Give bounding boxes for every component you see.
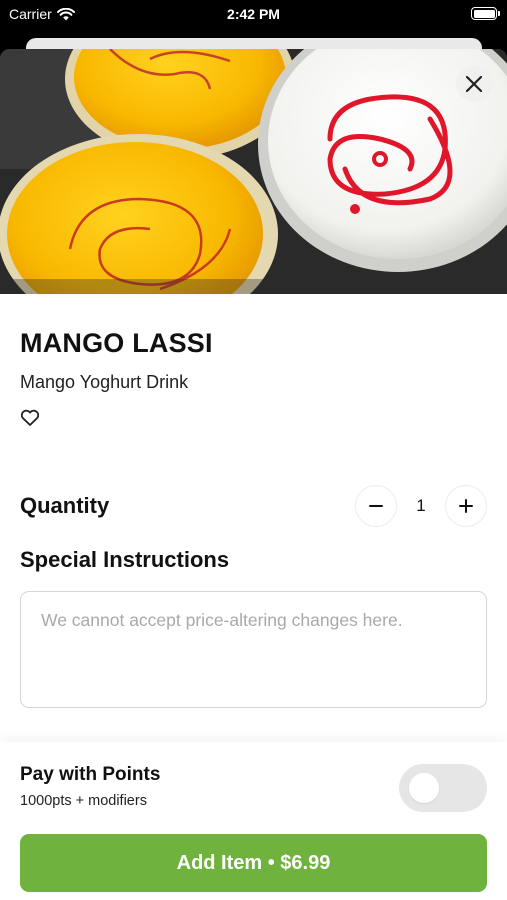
pay-with-points-toggle[interactable] [399, 764, 487, 812]
add-item-button[interactable]: Add Item • $6.99 [20, 834, 487, 892]
item-details: MANGO LASSI Mango Yoghurt Drink Quantity… [0, 328, 507, 713]
pay-with-points-row: Pay with Points 1000pts + modifiers [20, 764, 487, 812]
item-title: MANGO LASSI [20, 328, 213, 358]
item-hero-image [0, 49, 507, 294]
clock: 2:42 PM [227, 6, 280, 22]
status-bar: Carrier 2:42 PM [0, 0, 507, 30]
close-icon [465, 75, 483, 93]
heart-icon [20, 409, 40, 426]
favorite-button[interactable] [20, 409, 42, 429]
increase-quantity-button[interactable] [445, 485, 487, 527]
special-instructions-label: Special Instructions [20, 547, 230, 572]
item-detail-sheet: MANGO LASSI Mango Yoghurt Drink Quantity… [0, 49, 507, 900]
plus-icon [459, 499, 473, 513]
quantity-row: Quantity 1 [20, 485, 487, 527]
minus-icon [369, 505, 383, 507]
item-description: Mango Yoghurt Drink [20, 372, 189, 392]
quantity-stepper: 1 [355, 485, 487, 527]
special-instructions-input[interactable] [20, 591, 487, 708]
checkout-footer: Pay with Points 1000pts + modifiers Add … [0, 742, 507, 900]
quantity-value: 1 [416, 496, 426, 515]
close-button[interactable] [456, 66, 492, 102]
battery-icon [471, 7, 500, 20]
quantity-label: Quantity [20, 493, 110, 518]
decrease-quantity-button[interactable] [355, 485, 397, 527]
toggle-knob [409, 773, 439, 803]
